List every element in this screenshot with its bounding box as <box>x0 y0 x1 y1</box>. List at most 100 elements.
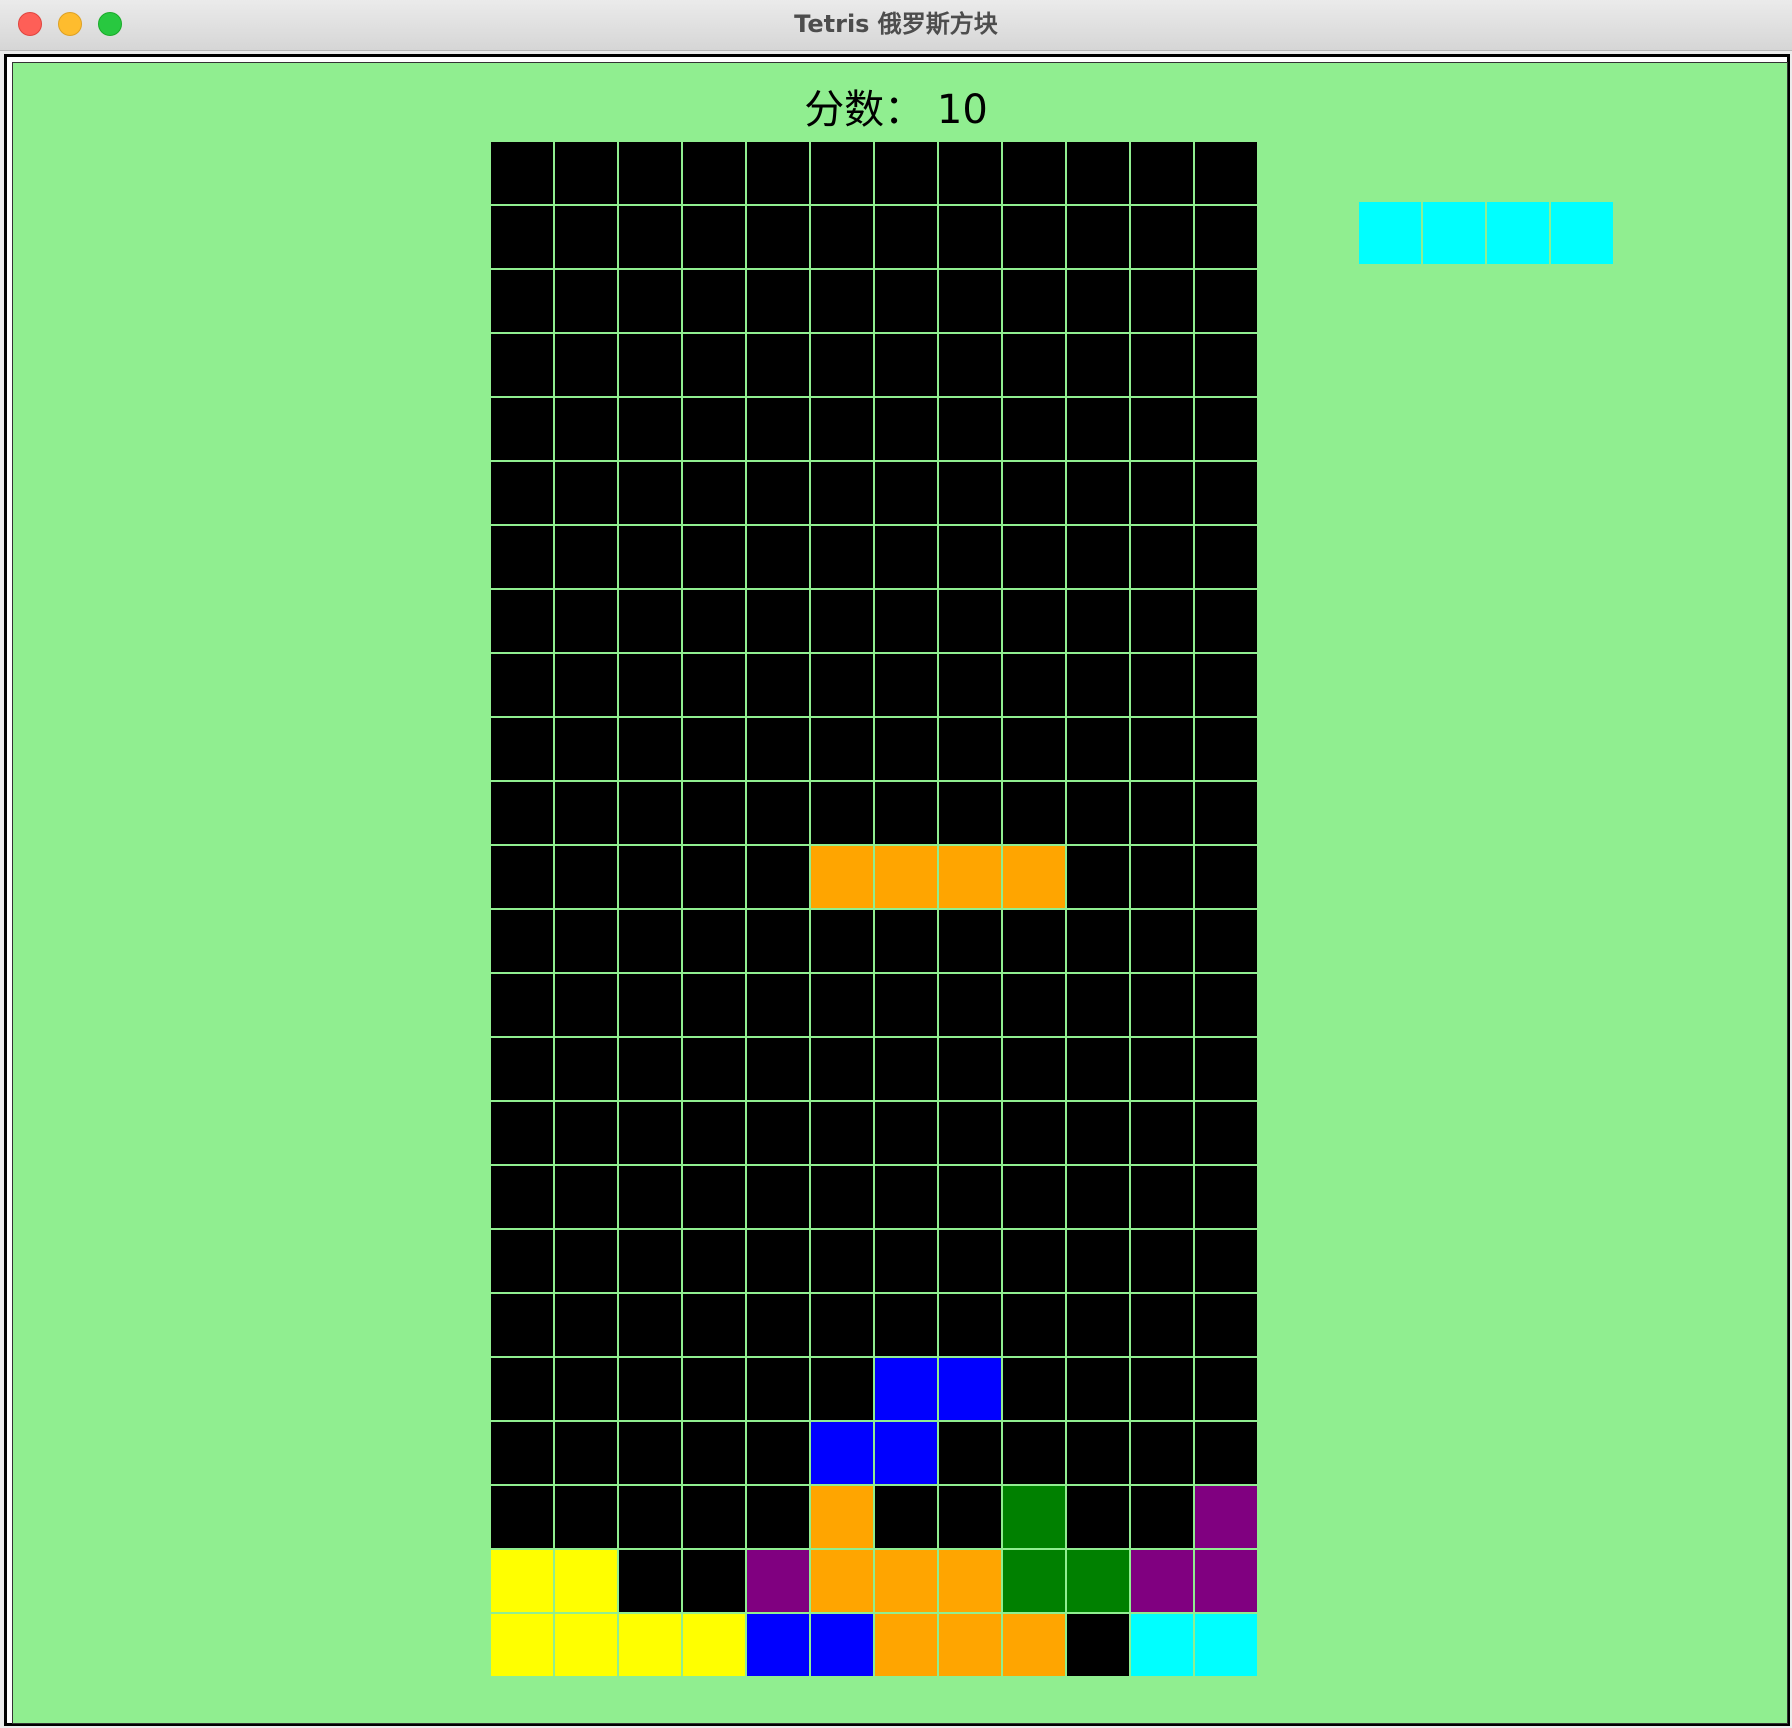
board-cell-empty <box>490 653 554 717</box>
board-cell-empty <box>1194 205 1258 269</box>
board-cell-empty <box>746 909 810 973</box>
board-cell-empty <box>938 1485 1002 1549</box>
board-cell-filled <box>1194 1485 1258 1549</box>
board-cell-filled <box>1002 1485 1066 1549</box>
next-piece-preview <box>1358 201 1614 265</box>
board-cell-empty <box>490 1293 554 1357</box>
board-cell-empty <box>618 1101 682 1165</box>
board-cell-empty <box>490 269 554 333</box>
board-cell-empty <box>1194 525 1258 589</box>
board-cell-empty <box>682 1421 746 1485</box>
board-cell-filled <box>810 1485 874 1549</box>
board-cell-empty <box>874 973 938 1037</box>
board-cell-filled <box>490 1613 554 1677</box>
board-cell-filled <box>874 1357 938 1421</box>
board-cell-empty <box>618 973 682 1037</box>
board-cell-empty <box>1130 397 1194 461</box>
board-cell-empty <box>1194 141 1258 205</box>
board-cell-empty <box>1130 1357 1194 1421</box>
board-cell-empty <box>874 909 938 973</box>
board-cell-empty <box>746 269 810 333</box>
board-cell-empty <box>938 461 1002 525</box>
board-cell-empty <box>938 1421 1002 1485</box>
board-cell-empty <box>490 1229 554 1293</box>
board-cell-empty <box>746 1037 810 1101</box>
board-cell-empty <box>938 717 1002 781</box>
board-cell-empty <box>1066 1165 1130 1229</box>
board-cell-empty <box>554 205 618 269</box>
board-cell-empty <box>682 589 746 653</box>
board-cell-empty <box>1130 1293 1194 1357</box>
board-cell-filled <box>938 845 1002 909</box>
board-cell-empty <box>490 1485 554 1549</box>
board-cell-empty <box>810 909 874 973</box>
board-cell-filled <box>1002 1549 1066 1613</box>
board-cell-empty <box>682 205 746 269</box>
board-cell-empty <box>554 1357 618 1421</box>
board-cell-filled <box>1002 1613 1066 1677</box>
board-cell-empty <box>682 461 746 525</box>
board-cell-empty <box>1002 653 1066 717</box>
board-cell-empty <box>1002 589 1066 653</box>
board-cell-empty <box>1002 1229 1066 1293</box>
board-cell-empty <box>810 1165 874 1229</box>
board-cell-empty <box>554 461 618 525</box>
board-cell-empty <box>1130 141 1194 205</box>
board-cell-empty <box>490 205 554 269</box>
board-cell-empty <box>1066 589 1130 653</box>
board-cell-empty <box>554 333 618 397</box>
board-cell-filled <box>554 1549 618 1613</box>
board-cell-empty <box>682 269 746 333</box>
board-cell-empty <box>1194 269 1258 333</box>
board-cell-empty <box>618 717 682 781</box>
board-cell-empty <box>490 1101 554 1165</box>
board-cell-empty <box>554 1293 618 1357</box>
board-cell-filled <box>682 1613 746 1677</box>
board-cell-empty <box>1130 973 1194 1037</box>
board-cell-empty <box>1066 205 1130 269</box>
board-cell-empty <box>490 589 554 653</box>
board-cell-empty <box>1002 717 1066 781</box>
board-cell-empty <box>746 1165 810 1229</box>
board-cell-empty <box>746 205 810 269</box>
board-cell-empty <box>1194 909 1258 973</box>
board-cell-empty <box>618 397 682 461</box>
board-cell-empty <box>746 781 810 845</box>
board-cell-empty <box>490 333 554 397</box>
board-cell-empty <box>1066 909 1130 973</box>
board-cell-empty <box>618 653 682 717</box>
board-cell-empty <box>682 781 746 845</box>
title-bar[interactable]: Tetris 俄罗斯方块 <box>0 0 1792 51</box>
board-cell-empty <box>938 1037 1002 1101</box>
board-cell-filled <box>1002 845 1066 909</box>
board-cell-empty <box>1002 1357 1066 1421</box>
board-cell-empty <box>618 909 682 973</box>
board-cell-empty <box>1194 1293 1258 1357</box>
board-cell-empty <box>682 653 746 717</box>
board-cell-empty <box>490 1357 554 1421</box>
board-cell-empty <box>1194 1037 1258 1101</box>
board-cell-empty <box>682 397 746 461</box>
board-cell-empty <box>1130 461 1194 525</box>
board-cell-empty <box>1130 1165 1194 1229</box>
next-piece-block <box>1486 201 1550 265</box>
board-cell-filled <box>1130 1549 1194 1613</box>
board-cell-empty <box>554 1037 618 1101</box>
board-cell-filled <box>874 1613 938 1677</box>
board-cell-empty <box>1002 1165 1066 1229</box>
board-cell-empty <box>490 717 554 781</box>
board-cell-empty <box>1066 269 1130 333</box>
board-cell-empty <box>810 1357 874 1421</box>
board-cell-empty <box>1066 1421 1130 1485</box>
game-board <box>490 141 1258 1677</box>
board-cell-empty <box>1130 909 1194 973</box>
board-cell-empty <box>1194 1101 1258 1165</box>
board-cell-filled <box>874 1421 938 1485</box>
board-cell-empty <box>938 525 1002 589</box>
board-cell-empty <box>938 909 1002 973</box>
board-cell-empty <box>1002 205 1066 269</box>
board-cell-empty <box>554 1101 618 1165</box>
board-cell-empty <box>938 589 1002 653</box>
board-cell-empty <box>1130 1421 1194 1485</box>
board-cell-empty <box>874 205 938 269</box>
